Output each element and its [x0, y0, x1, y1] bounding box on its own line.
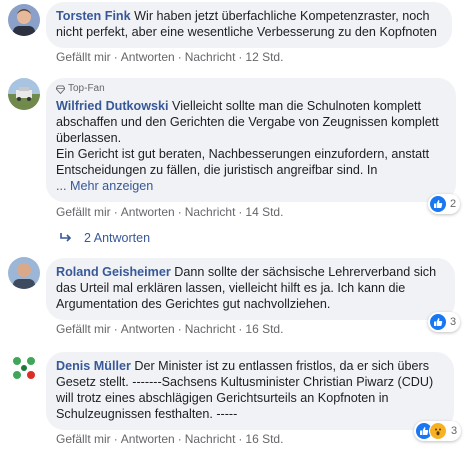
show-more-link[interactable]: ... Mehr anzeigen: [56, 179, 153, 193]
reaction-count: 3: [450, 316, 457, 328]
comment-bubble: Denis Müller Der Minister ist zu entlass…: [46, 352, 454, 430]
comment-author[interactable]: Wilfried Dutkowski: [56, 99, 169, 113]
comment-bubble: Roland Geisheimer Dann sollte der sächsi…: [46, 258, 455, 320]
reaction-count: 3: [451, 425, 458, 437]
view-replies-link[interactable]: 2 Antworten: [60, 231, 150, 245]
avatar[interactable]: [8, 352, 40, 384]
comment-author[interactable]: Denis Müller: [56, 359, 131, 373]
reply-link[interactable]: Antworten: [121, 432, 175, 446]
reaction-summary[interactable]: 3: [428, 312, 461, 332]
like-link[interactable]: Gefällt mir: [56, 322, 111, 336]
reaction-summary[interactable]: 3: [414, 421, 462, 441]
reply-link[interactable]: Antworten: [121, 205, 175, 219]
timestamp[interactable]: 16 Std.: [245, 432, 283, 446]
comment-actions: Gefällt mir · Antworten · Nachricht · 16 Std.: [56, 322, 284, 336]
timestamp[interactable]: 16 Std.: [245, 322, 283, 336]
like-link[interactable]: Gefällt mir: [56, 205, 111, 219]
reply-arrow-icon: [60, 233, 72, 242]
message-link[interactable]: Nachricht: [185, 322, 236, 336]
avatar[interactable]: [8, 4, 40, 36]
like-reaction-icon: [430, 196, 446, 212]
like-reaction-icon: [430, 314, 446, 330]
top-fan-badge: Top-Fan: [56, 83, 444, 95]
like-link[interactable]: Gefällt mir: [56, 50, 111, 64]
comment-bubble: Torsten Fink Wir haben jetzt überfachlic…: [46, 2, 452, 48]
wow-reaction-icon: [429, 422, 447, 440]
timestamp[interactable]: 14 Std.: [245, 205, 283, 219]
comment-actions: Gefällt mir · Antworten · Nachricht · 14 Std.: [56, 205, 284, 219]
comment-author[interactable]: Torsten Fink: [56, 9, 131, 23]
avatar[interactable]: [8, 78, 40, 110]
message-link[interactable]: Nachricht: [185, 205, 236, 219]
comment-actions: Gefällt mir · Antworten · Nachricht · 12 Std.: [56, 50, 284, 64]
reaction-count: 2: [450, 198, 457, 210]
reply-link[interactable]: Antworten: [121, 322, 175, 336]
diamond-icon: [56, 84, 65, 94]
like-link[interactable]: Gefällt mir: [56, 432, 111, 446]
reaction-summary[interactable]: 2: [428, 194, 461, 214]
comment-author[interactable]: Roland Geisheimer: [56, 265, 171, 279]
replies-count-label[interactable]: 2 Antworten: [84, 231, 150, 245]
timestamp[interactable]: 12 Std.: [245, 50, 283, 64]
comment-actions: Gefällt mir · Antworten · Nachricht · 16 Std.: [56, 432, 284, 446]
reply-link[interactable]: Antworten: [121, 50, 175, 64]
comment-text-continued: Ein Gericht ist gut beraten, Nachbesseru…: [56, 147, 430, 177]
top-fan-label: Top-Fan: [68, 83, 105, 94]
comment-bubble: Top-Fan Wilfried Dutkowski Vielleicht so…: [46, 78, 456, 202]
message-link[interactable]: Nachricht: [185, 50, 236, 64]
avatar[interactable]: [8, 257, 40, 289]
message-link[interactable]: Nachricht: [185, 432, 236, 446]
